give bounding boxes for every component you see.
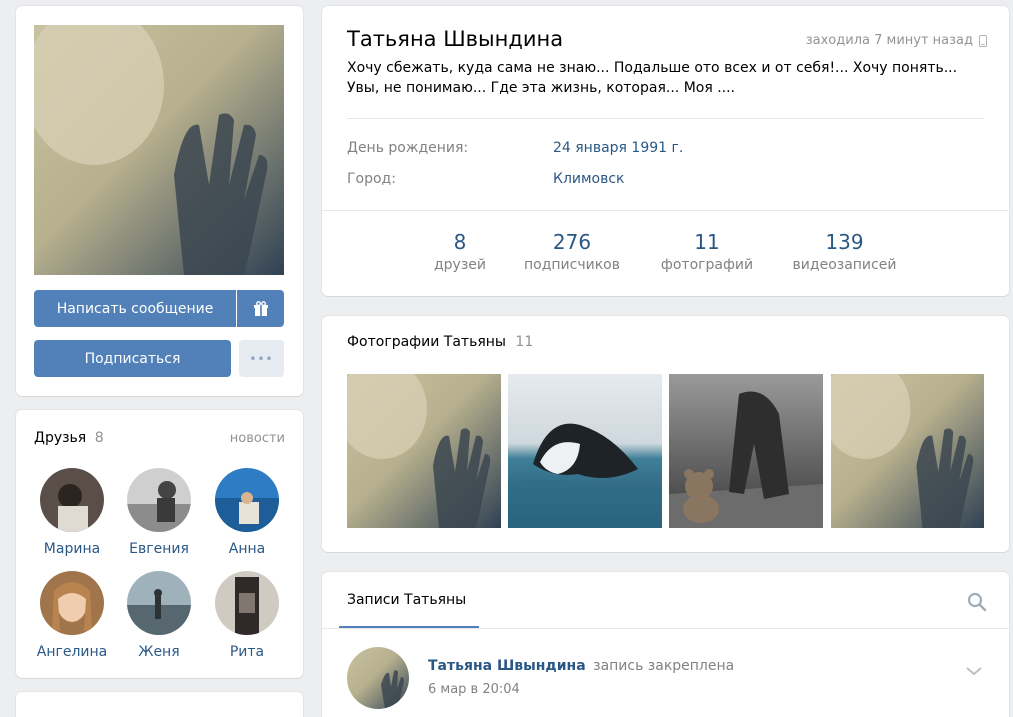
photos-header[interactable]: Фотографии Татьяны 11: [347, 334, 533, 350]
counter-number: 139: [825, 230, 864, 254]
photo-thumbnail[interactable]: [831, 374, 984, 528]
info-label: День рождения:: [347, 140, 469, 156]
gift-icon: [253, 300, 268, 316]
profile-photo[interactable]: [34, 25, 284, 275]
post-pinned-note: запись закреплена: [593, 658, 735, 674]
wall-card: Записи Татьяны Татьяна Швындина запись з…: [322, 572, 1009, 717]
friends-card: Друзья 8 новости Марина Евгения Анна Анг…: [16, 410, 303, 678]
friends-counter[interactable]: 8 друзей: [420, 230, 500, 273]
post-header: Татьяна Швындина запись закреплена: [428, 658, 734, 674]
friends-news-link[interactable]: новости: [230, 431, 285, 446]
counter-number: 276: [552, 230, 592, 254]
counter-label: фотографий: [660, 257, 754, 273]
city-value[interactable]: Климовск: [553, 171, 625, 187]
divider: [347, 118, 984, 119]
subscribe-label: Подписаться: [84, 350, 181, 367]
friend-name[interactable]: Анна: [202, 541, 292, 557]
info-label: Город:: [347, 171, 396, 187]
divider: [322, 628, 1009, 629]
counter-number: 8: [453, 230, 467, 254]
photos-title: Фотографии Татьяны: [347, 334, 506, 350]
send-gift-button[interactable]: [237, 290, 284, 327]
friends-header[interactable]: Друзья 8: [34, 430, 104, 446]
photo-thumbnail[interactable]: [347, 374, 501, 528]
counter-label: подписчиков: [524, 257, 620, 273]
wall-search-button[interactable]: [967, 592, 987, 612]
counter-number: 11: [694, 230, 720, 254]
more-actions-button[interactable]: •••: [239, 340, 284, 377]
profile-avatar-card: Написать сообщение Подписаться •••: [16, 6, 303, 396]
last-seen: заходила 7 минут назад: [806, 33, 987, 48]
wall-tab-label: Записи Татьяны: [347, 592, 467, 608]
photos-counter[interactable]: 11 фотографий: [652, 230, 762, 273]
friend-avatar[interactable]: [215, 468, 279, 532]
send-message-label: Написать сообщение: [56, 300, 214, 317]
post-author-avatar[interactable]: [347, 647, 409, 709]
post-menu-button[interactable]: [965, 662, 983, 676]
wall-tab[interactable]: Записи Татьяны: [339, 572, 479, 628]
friend-avatar[interactable]: [40, 571, 104, 635]
videos-counter[interactable]: 139 видеозаписей: [782, 230, 907, 273]
subscribe-button[interactable]: Подписаться: [34, 340, 231, 377]
phone-icon: [979, 34, 987, 47]
send-message-button[interactable]: Написать сообщение: [34, 290, 236, 327]
profile-name: Татьяна Швындина: [347, 27, 564, 51]
friend-avatar[interactable]: [127, 571, 191, 635]
friends-title: Друзья: [34, 430, 87, 446]
photo-thumbnail[interactable]: [669, 374, 823, 528]
status-line: Хочу сбежать, куда сама не знаю... Подал…: [347, 60, 958, 76]
status-line: Увы, не понимаю... Где эта жизнь, котора…: [347, 80, 736, 96]
birthday-value[interactable]: 24 января 1991 г.: [553, 140, 683, 156]
divider: [322, 210, 1009, 211]
friend-avatar[interactable]: [127, 468, 191, 532]
friend-name[interactable]: Евгения: [114, 541, 204, 557]
friend-name[interactable]: Марина: [27, 541, 117, 557]
more-dots-icon: •••: [249, 351, 274, 366]
photos-card: Фотографии Татьяны 11: [322, 316, 1009, 552]
chevron-down-icon: [966, 667, 982, 676]
friend-name[interactable]: Ангелина: [27, 644, 117, 660]
profile-info-card: Татьяна Швындина заходила 7 минут назад …: [322, 6, 1009, 296]
counter-label: друзей: [433, 257, 486, 273]
last-seen-text: заходила 7 минут назад: [805, 33, 973, 48]
post-date[interactable]: 6 мар в 20:04: [428, 682, 520, 697]
photo-thumbnail[interactable]: [508, 374, 662, 528]
search-icon: [967, 592, 987, 612]
subscriptions-card: [16, 692, 303, 717]
friend-name[interactable]: Рита: [202, 644, 292, 660]
followers-counter[interactable]: 276 подписчиков: [512, 230, 632, 273]
friends-count: 8: [94, 430, 104, 446]
friend-avatar[interactable]: [40, 468, 104, 532]
friend-avatar[interactable]: [215, 571, 279, 635]
counter-label: видеозаписей: [792, 257, 897, 273]
profile-status[interactable]: Хочу сбежать, куда сама не знаю... Подал…: [347, 58, 987, 98]
friend-name[interactable]: Женя: [114, 644, 204, 660]
post-author-name[interactable]: Татьяна Швындина: [428, 658, 586, 674]
photos-count: 11: [515, 334, 534, 350]
